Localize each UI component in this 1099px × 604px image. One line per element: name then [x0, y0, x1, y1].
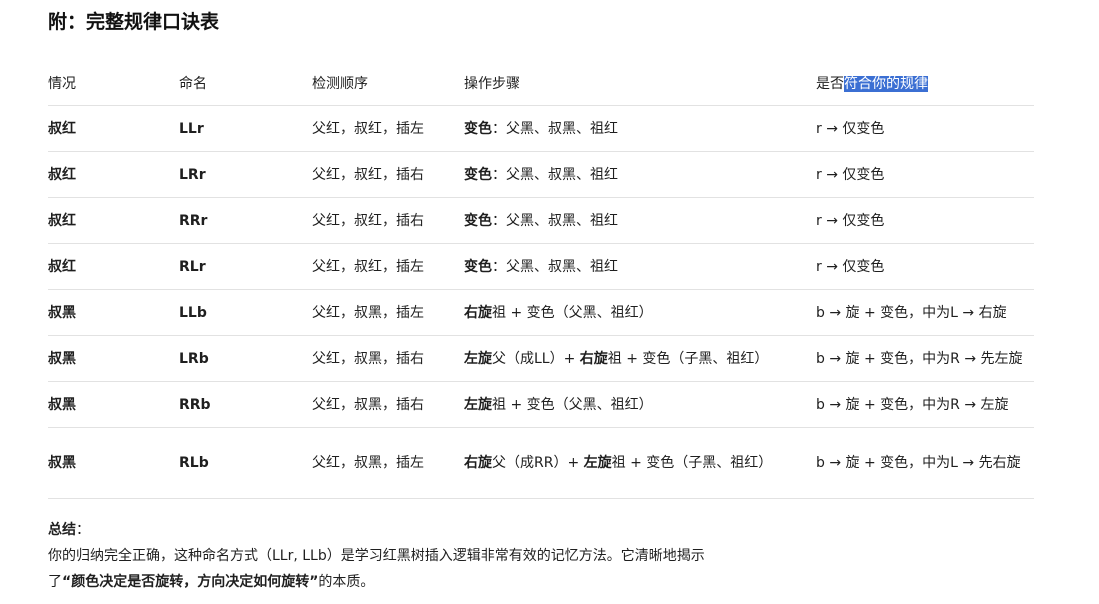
cell-name: RLr [179, 243, 312, 290]
header-name: 命名 [179, 60, 312, 106]
cell-steps: 左旋父（成LL）+ 右旋祖 + 变色（子黑、祖红） [464, 335, 816, 382]
cell-order: 父红，叔红，插右 [312, 197, 464, 244]
cell-situation: 叔红 [48, 243, 179, 290]
rules-table: 情况 命名 检测顺序 操作步骤 是否符合你的规律 叔红 LLr 父红，叔红，插左 变色… [48, 60, 1034, 499]
cell-situation: 叔黑 [48, 289, 179, 336]
cell-order: 父红，叔黑，插左 [312, 289, 464, 336]
step-text: 祖 + 变色（父黑、祖红） [492, 396, 653, 413]
step-text: 父（成RR）+ [492, 455, 584, 471]
table-row: 叔红 LRr 父红，叔红，插右 变色：父黑、叔黑、祖红 r → 仅变色 [48, 151, 1034, 198]
summary-line-1: 你的归纳完全正确，这种命名方式（LLr, LLb）是学习红黑树插入逻辑非常有效的… [48, 548, 705, 564]
step-text: 父（成LL）+ [492, 350, 580, 367]
header-match: 是否符合你的规律 [816, 60, 1034, 106]
cell-situation: 叔红 [48, 197, 179, 244]
step-keyword: 右旋 [464, 455, 492, 471]
cell-name: LRr [179, 151, 312, 198]
table-body: 叔红 LLr 父红，叔红，插左 变色：父黑、叔黑、祖红 r → 仅变色 叔红 LRr 父红，叔… [48, 105, 1034, 499]
cell-order: 父红，叔黑，插右 [312, 381, 464, 428]
cell-steps: 变色：父黑、叔黑、祖红 [464, 243, 816, 290]
cell-name: LLr [179, 105, 312, 152]
cell-rule: r → 仅变色 [816, 197, 1034, 244]
step-keyword: 变色 [464, 212, 492, 229]
step-keyword: 右旋 [579, 350, 608, 367]
step-text: ：父黑、叔黑、祖红 [492, 258, 618, 275]
table-row: 叔红 RLr 父红，叔红，插左 变色：父黑、叔黑、祖红 r → 仅变色 [48, 243, 1034, 290]
cell-situation: 叔黑 [48, 335, 179, 382]
step-text: ：父黑、叔黑、祖红 [492, 120, 618, 137]
summary-colon: ： [76, 522, 90, 538]
page-title: 附：完整规律口诀表 [48, 11, 220, 33]
cell-situation: 叔黑 [48, 381, 179, 428]
header-steps: 操作步骤 [464, 60, 816, 106]
cell-steps: 左旋祖 + 变色（父黑、祖红） [464, 381, 816, 428]
table-row: 叔黑 LLb 父红，叔黑，插左 右旋祖 + 变色（父黑、祖红） b → 旋 + 变色，中… [48, 289, 1034, 336]
cell-rule: r → 仅变色 [816, 243, 1034, 290]
cell-situation: 叔红 [48, 151, 179, 198]
cell-name: LRb [179, 335, 312, 382]
summary-line-2: 了“颜色决定是否旋转，方向决定如何旋转”的本质。 [48, 569, 1034, 595]
cell-rule: b → 旋 + 变色，中为R → 左旋 [816, 381, 1034, 428]
cell-order: 父红，叔红，插左 [312, 105, 464, 152]
cell-situation: 叔红 [48, 105, 179, 152]
header-situation: 情况 [48, 60, 179, 106]
cell-order: 父红，叔红，插左 [312, 243, 464, 290]
step-keyword: 变色 [464, 166, 492, 183]
step-keyword: 右旋 [464, 304, 492, 321]
step-text: 祖 + 变色（子黑、祖红） [611, 455, 773, 471]
table-header-row: 情况 命名 检测顺序 操作步骤 是否符合你的规律 [48, 60, 1034, 106]
cell-name: RRb [179, 381, 312, 428]
step-keyword: 左旋 [464, 396, 492, 413]
cell-name: LLb [179, 289, 312, 336]
cell-name: RRr [179, 197, 312, 244]
table-row: 叔黑 RLb 父红，叔黑，插左 右旋父（成RR）+ 左旋祖 + 变色（子黑、祖红） b … [48, 427, 1034, 499]
cell-order: 父红，叔黑，插左 [312, 427, 464, 499]
table-row: 叔黑 LRb 父红，叔黑，插右 左旋父（成LL）+ 右旋祖 + 变色（子黑、祖红） b … [48, 335, 1034, 382]
step-text: 祖 + 变色（父黑、祖红） [492, 304, 653, 321]
step-keyword: 左旋 [583, 455, 612, 471]
summary: 总结： 你的归纳完全正确，这种命名方式（LLr, LLb）是学习红黑树插入逻辑非… [48, 517, 1034, 595]
cell-order: 父红，叔红，插右 [312, 151, 464, 198]
selected-text-highlight[interactable]: 符合你的规律 [844, 75, 928, 92]
cell-steps: 变色：父黑、叔黑、祖红 [464, 197, 816, 244]
summary-line-2-prefix: 了 [48, 574, 62, 590]
cell-rule: r → 仅变色 [816, 151, 1034, 198]
step-keyword: 左旋 [464, 350, 492, 367]
cell-name: RLb [179, 427, 312, 499]
summary-label: 总结 [48, 522, 76, 538]
cell-order: 父红，叔黑，插右 [312, 335, 464, 382]
cell-steps: 右旋父（成RR）+ 左旋祖 + 变色（子黑、祖红） [464, 427, 816, 499]
summary-line-2-suffix: 的本质。 [318, 574, 375, 590]
cell-rule: b → 旋 + 变色，中为R → 先左旋 [816, 335, 1034, 382]
step-text: ：父黑、叔黑、祖红 [492, 212, 618, 229]
step-text: ：父黑、叔黑、祖红 [492, 166, 618, 183]
header-match-prefix: 是否 [816, 75, 844, 92]
table-row: 叔红 RRr 父红，叔红，插右 变色：父黑、叔黑、祖红 r → 仅变色 [48, 197, 1034, 244]
cell-rule: b → 旋 + 变色，中为L → 右旋 [816, 289, 1034, 336]
table-row: 叔红 LLr 父红，叔红，插左 变色：父黑、叔黑、祖红 r → 仅变色 [48, 105, 1034, 152]
step-keyword: 变色 [464, 120, 492, 137]
cell-steps: 变色：父黑、叔黑、祖红 [464, 105, 816, 152]
header-order: 检测顺序 [312, 60, 464, 106]
content: 附：完整规律口诀表 情况 命名 检测顺序 操作步骤 是否符合你的规律 叔红 LLr… [48, 8, 1034, 595]
cell-rule: r → 仅变色 [816, 105, 1034, 152]
step-text: 祖 + 变色（子黑、祖红） [607, 350, 769, 367]
cell-steps: 变色：父黑、叔黑、祖红 [464, 151, 816, 198]
cell-steps: 右旋祖 + 变色（父黑、祖红） [464, 289, 816, 336]
step-keyword: 变色 [464, 258, 492, 275]
table-row: 叔黑 RRb 父红，叔黑，插右 左旋祖 + 变色（父黑、祖红） b → 旋 + 变色，中… [48, 381, 1034, 428]
summary-key-phrase: “颜色决定是否旋转，方向决定如何旋转” [62, 574, 319, 590]
cell-situation: 叔黑 [48, 427, 179, 499]
cell-rule: b → 旋 + 变色，中为L → 先右旋 [816, 427, 1034, 499]
